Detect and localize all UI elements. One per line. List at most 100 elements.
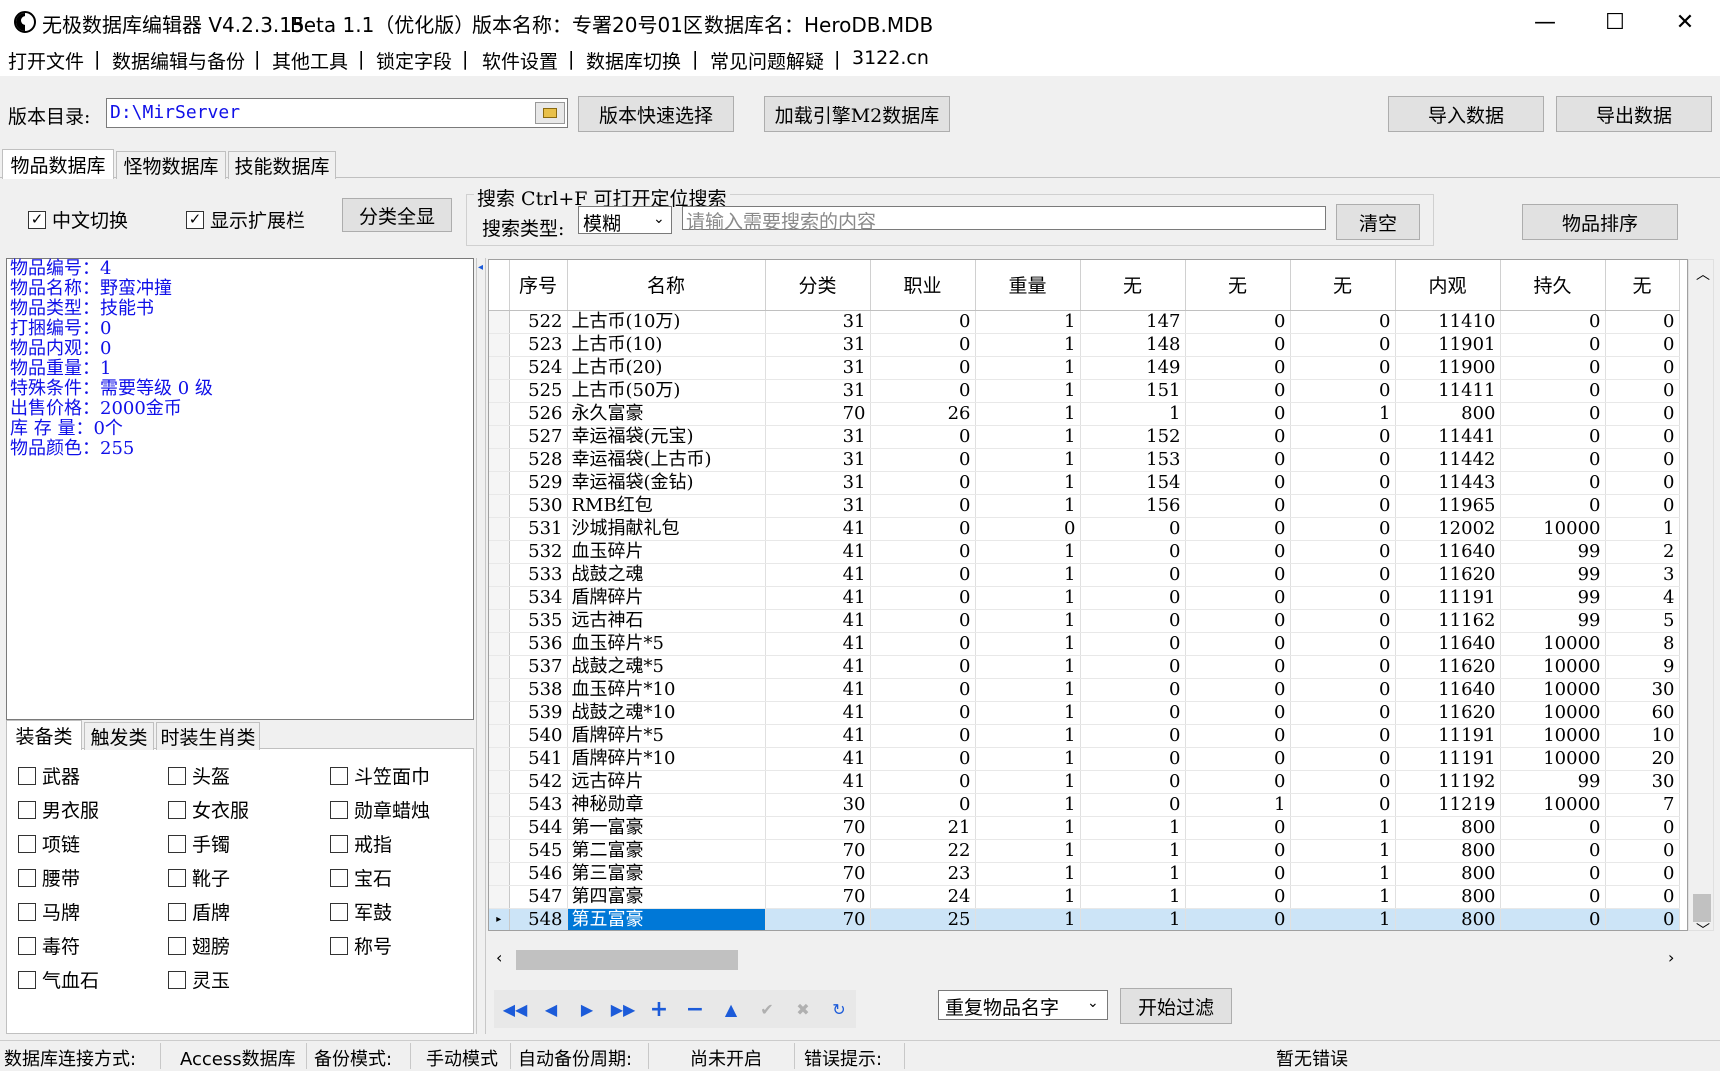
table-cell[interactable]: 0 bbox=[1500, 425, 1606, 449]
table-cell[interactable]: 70 bbox=[765, 402, 871, 426]
table-cell[interactable]: 0 bbox=[1605, 379, 1680, 403]
import-button[interactable]: 导入数据 bbox=[1388, 96, 1544, 132]
row-indicator[interactable] bbox=[489, 494, 510, 518]
table-cell[interactable]: 0 bbox=[1185, 471, 1291, 495]
tab-monsters-db[interactable]: 怪物数据库 bbox=[116, 151, 226, 179]
table-cell[interactable]: 0 bbox=[1185, 379, 1291, 403]
column-header[interactable]: 职业 bbox=[870, 260, 976, 311]
table-cell[interactable]: 31 bbox=[765, 448, 871, 472]
table-cell[interactable]: 25 bbox=[870, 908, 976, 930]
category-checkbox-spirit-jade[interactable]: 灵玉 bbox=[168, 966, 230, 993]
table-cell[interactable]: 0 bbox=[1080, 632, 1186, 656]
table-cell[interactable]: 1 bbox=[975, 425, 1081, 449]
column-header[interactable]: 无 bbox=[1185, 260, 1291, 311]
table-cell[interactable]: 盾牌碎片*5 bbox=[567, 724, 766, 748]
table-cell[interactable]: 30 bbox=[765, 793, 871, 817]
table-cell[interactable]: 幸运福袋(金钻) bbox=[567, 471, 766, 495]
table-cell[interactable]: 0 bbox=[1080, 586, 1186, 610]
last-record-icon[interactable]: ▶▶ bbox=[608, 994, 638, 1024]
table-cell[interactable]: 0 bbox=[870, 793, 976, 817]
horizontal-scroll-thumb[interactable] bbox=[516, 950, 738, 970]
table-cell[interactable]: 0 bbox=[1605, 333, 1680, 357]
table-cell[interactable]: 0 bbox=[1185, 310, 1291, 334]
table-cell[interactable]: 0 bbox=[870, 655, 976, 679]
row-indicator[interactable] bbox=[489, 678, 510, 702]
table-cell[interactable]: 527 bbox=[509, 425, 568, 449]
tab-items-db[interactable]: 物品数据库 bbox=[2, 149, 114, 179]
table-cell[interactable]: 535 bbox=[509, 609, 568, 633]
row-indicator[interactable] bbox=[489, 402, 510, 426]
table-cell[interactable]: 0 bbox=[1185, 609, 1291, 633]
row-indicator[interactable] bbox=[489, 770, 510, 794]
table-cell[interactable]: 1 bbox=[975, 839, 1081, 863]
table-cell[interactable]: 534 bbox=[509, 586, 568, 610]
table-cell[interactable]: 800 bbox=[1395, 816, 1501, 840]
table-cell[interactable]: 11640 bbox=[1395, 632, 1501, 656]
menu-open-file[interactable]: 打开文件 bbox=[8, 47, 84, 74]
table-cell[interactable]: 0 bbox=[1605, 402, 1680, 426]
post-record-icon[interactable]: ✔ bbox=[752, 994, 782, 1024]
table-cell[interactable]: 远古神石 bbox=[567, 609, 766, 633]
table-cell[interactable]: 1 bbox=[975, 770, 1081, 794]
table-cell[interactable]: 11191 bbox=[1395, 586, 1501, 610]
table-cell[interactable]: 31 bbox=[765, 379, 871, 403]
table-cell[interactable]: 血玉碎片*5 bbox=[567, 632, 766, 656]
table-cell[interactable]: 0 bbox=[1605, 862, 1680, 886]
row-indicator[interactable] bbox=[489, 540, 510, 564]
table-cell[interactable]: 0 bbox=[1185, 632, 1291, 656]
table-cell[interactable]: 10000 bbox=[1500, 701, 1606, 725]
category-checkbox-blood-stone[interactable]: 气血石 bbox=[18, 966, 99, 993]
table-row[interactable]: 539 战鼓之魂*10 41 0 1 0 0 0 11620 10000 60 bbox=[489, 701, 1680, 725]
table-cell[interactable]: 0 bbox=[1500, 356, 1606, 380]
table-cell[interactable]: 1 bbox=[1080, 402, 1186, 426]
table-cell[interactable]: 0 bbox=[1605, 839, 1680, 863]
table-cell[interactable]: 12002 bbox=[1395, 517, 1501, 541]
table-cell[interactable]: 152 bbox=[1080, 425, 1186, 449]
table-cell[interactable]: 10 bbox=[1605, 724, 1680, 748]
cancel-record-icon[interactable]: ✖ bbox=[788, 994, 818, 1024]
table-cell[interactable]: 41 bbox=[765, 586, 871, 610]
table-cell[interactable]: 70 bbox=[765, 839, 871, 863]
table-cell[interactable]: 0 bbox=[1185, 540, 1291, 564]
table-cell[interactable]: 523 bbox=[509, 333, 568, 357]
browse-folder-button[interactable] bbox=[535, 102, 565, 124]
table-cell[interactable]: 1 bbox=[975, 586, 1081, 610]
table-cell[interactable]: 第二富豪 bbox=[567, 839, 766, 863]
table-row[interactable]: 523 上古币(10) 31 0 1 148 0 0 11901 0 0 bbox=[489, 333, 1680, 357]
table-cell[interactable]: 70 bbox=[765, 816, 871, 840]
table-row[interactable]: 546 第三富豪 70 23 1 1 0 1 800 0 0 bbox=[489, 862, 1680, 886]
table-cell[interactable]: 154 bbox=[1080, 471, 1186, 495]
table-cell[interactable]: 远古碎片 bbox=[567, 770, 766, 794]
close-button[interactable]: ✕ bbox=[1650, 0, 1720, 44]
table-cell[interactable]: 1 bbox=[975, 885, 1081, 909]
table-cell[interactable]: 0 bbox=[1290, 747, 1396, 771]
table-cell[interactable]: 0 bbox=[1290, 770, 1396, 794]
table-cell[interactable]: 31 bbox=[765, 471, 871, 495]
table-row[interactable]: 531 沙城捐献礼包 41 0 0 0 0 0 12002 10000 1 bbox=[489, 517, 1680, 541]
column-header[interactable]: 重量 bbox=[975, 260, 1081, 311]
table-cell[interactable]: 0 bbox=[1290, 586, 1396, 610]
table-cell[interactable]: 31 bbox=[765, 333, 871, 357]
show-all-categories-button[interactable]: 分类全显 bbox=[342, 198, 452, 232]
table-cell[interactable]: 0 bbox=[1605, 816, 1680, 840]
table-cell[interactable]: 542 bbox=[509, 770, 568, 794]
tab-fashion-zodiac[interactable]: 时装生肖类 bbox=[156, 722, 260, 750]
table-cell[interactable]: 1 bbox=[975, 402, 1081, 426]
horizontal-scrollbar[interactable]: ‹ › bbox=[488, 944, 1688, 974]
column-header[interactable]: 无 bbox=[1080, 260, 1186, 311]
table-cell[interactable]: 0 bbox=[1500, 862, 1606, 886]
table-cell[interactable]: 800 bbox=[1395, 908, 1501, 930]
table-cell[interactable]: 531 bbox=[509, 517, 568, 541]
table-cell[interactable]: 543 bbox=[509, 793, 568, 817]
table-cell[interactable]: 0 bbox=[1290, 356, 1396, 380]
category-checkbox-medal[interactable]: 勋章蜡烛 bbox=[330, 796, 430, 823]
table-cell[interactable]: 1 bbox=[975, 494, 1081, 518]
table-cell[interactable]: 536 bbox=[509, 632, 568, 656]
menu-lock-fields[interactable]: 锁定字段 bbox=[376, 47, 452, 74]
table-cell[interactable]: 22 bbox=[870, 839, 976, 863]
category-checkbox-weapon[interactable]: 武器 bbox=[18, 762, 80, 789]
table-cell[interactable]: 1 bbox=[1185, 793, 1291, 817]
table-cell[interactable]: 0 bbox=[1185, 770, 1291, 794]
table-cell[interactable]: 10000 bbox=[1500, 517, 1606, 541]
table-cell[interactable]: 23 bbox=[870, 862, 976, 886]
